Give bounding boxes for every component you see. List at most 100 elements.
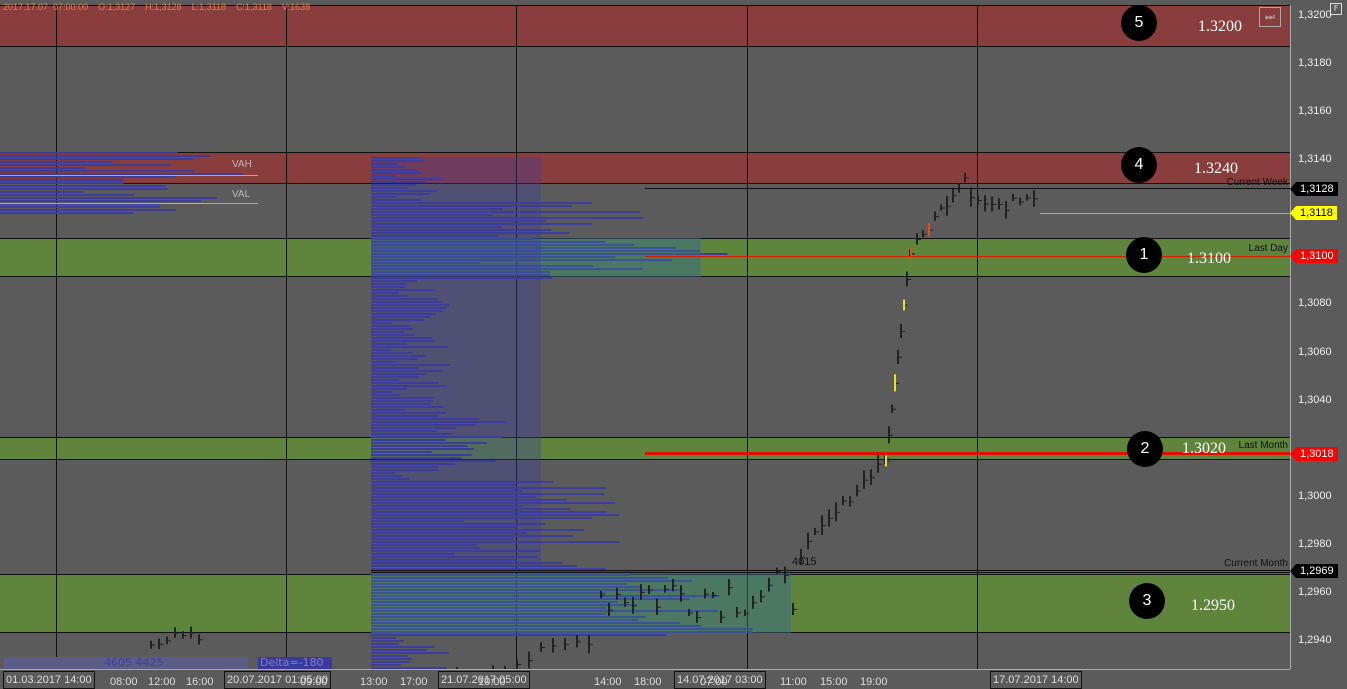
left-profile-bar	[0, 206, 161, 208]
close-tick	[578, 641, 581, 643]
delta-box: Delta=-180	[258, 657, 332, 669]
volume-profile-bar	[371, 643, 400, 645]
price-bar	[680, 585, 682, 602]
left-profile-bar	[0, 200, 202, 202]
close-tick	[650, 589, 653, 591]
close-tick	[809, 540, 812, 542]
close-tick	[893, 408, 896, 410]
close-tick	[972, 197, 975, 199]
time-label: 07:00	[700, 676, 728, 688]
close-tick	[851, 501, 854, 503]
price-bar	[182, 631, 184, 639]
close-tick	[184, 634, 187, 636]
price-bar	[624, 597, 626, 607]
close-tick	[1028, 197, 1031, 199]
time-label: 10:00	[478, 676, 506, 688]
price-chart[interactable]: Current Week Last Day Last Month Current…	[0, 0, 1347, 689]
price-bar	[842, 495, 844, 506]
zone-number-2: 2	[1127, 431, 1163, 467]
volume-profile-bar	[371, 652, 449, 654]
close-tick	[518, 664, 521, 666]
time-label: 13:00	[360, 676, 388, 688]
price-label: 1,3160	[1298, 105, 1332, 118]
close-tick	[722, 616, 725, 618]
price-bar	[970, 187, 972, 207]
time-label: 11:00	[780, 676, 807, 688]
price-label: 1,3040	[1298, 393, 1332, 406]
left-profile-bar	[0, 191, 84, 193]
price-bar	[198, 634, 200, 645]
zone-level-2: 1.3020	[1182, 440, 1226, 457]
volume-profile-bar	[371, 640, 404, 642]
price-bar	[576, 635, 578, 648]
close-tick	[899, 356, 902, 358]
price-bar	[900, 323, 902, 339]
price-bar	[150, 640, 152, 649]
close-tick	[690, 612, 693, 614]
close-tick	[930, 229, 933, 231]
time-label: 01.03.2017 14:00	[3, 671, 95, 689]
price-bar	[916, 233, 918, 245]
price-bar	[752, 595, 754, 609]
price-bar	[656, 598, 658, 615]
price-bar	[998, 198, 1000, 210]
price-bar	[516, 659, 518, 669]
price-bar	[736, 606, 738, 618]
price-bar	[664, 585, 666, 593]
price-bar	[1026, 194, 1028, 201]
close-tick	[823, 524, 826, 526]
close-tick	[714, 594, 717, 596]
plot-layer	[0, 152, 1038, 669]
zone-number-5: 5	[1121, 5, 1157, 41]
price-bar	[922, 230, 924, 238]
volume-profile-bar	[371, 649, 427, 651]
time-label: 08:00	[110, 676, 138, 688]
volume-profile-bar	[371, 634, 667, 636]
close-tick	[896, 382, 899, 384]
left-profile-bar	[0, 188, 168, 190]
price-bar	[784, 566, 786, 584]
val-label: VAL	[232, 189, 251, 200]
close-tick	[192, 632, 195, 634]
close-tick	[602, 594, 605, 596]
price-bar	[1033, 190, 1035, 207]
close-tick	[979, 200, 982, 202]
time-label: 12:00	[148, 676, 176, 688]
volume-profile-bar	[371, 646, 435, 648]
price-bar	[696, 611, 698, 623]
price-bar	[190, 626, 192, 639]
close-tick	[1007, 209, 1010, 211]
scroll-to-end-button[interactable]: ⏭	[1259, 7, 1281, 27]
zone-level-4: 1.3240	[1194, 160, 1238, 177]
close-tick	[986, 203, 989, 205]
price-bar	[828, 509, 830, 527]
volume-profile-bar	[371, 637, 397, 639]
price-bar	[863, 470, 865, 490]
close-tick	[674, 585, 677, 587]
close-tick	[936, 216, 939, 218]
current-week-label: Current Week	[1226, 177, 1288, 188]
close-tick	[816, 531, 819, 533]
volume-box: 4605 4425	[4, 657, 248, 669]
price-bar	[928, 223, 930, 237]
close-tick	[152, 644, 155, 646]
time-label: 17.07.2017 14:00	[990, 671, 1082, 689]
price-label: 1,3140	[1298, 153, 1332, 166]
close-tick	[993, 203, 996, 205]
vah-label: VAH	[232, 159, 252, 170]
close-tick	[658, 606, 661, 608]
f-button[interactable]: F	[1330, 3, 1342, 15]
current-week-line	[645, 188, 1290, 189]
price-bar	[720, 610, 722, 623]
price-bar	[640, 584, 642, 600]
close-tick	[706, 593, 709, 595]
time-label: 09:00	[300, 676, 328, 688]
close-tick	[837, 511, 840, 513]
current-month-line	[371, 570, 1290, 573]
price-bar	[616, 587, 618, 600]
close-tick	[634, 605, 637, 607]
price-bar	[588, 635, 590, 654]
left-profile-bar	[0, 158, 195, 160]
close-tick	[530, 660, 533, 662]
price-bar	[934, 211, 936, 221]
